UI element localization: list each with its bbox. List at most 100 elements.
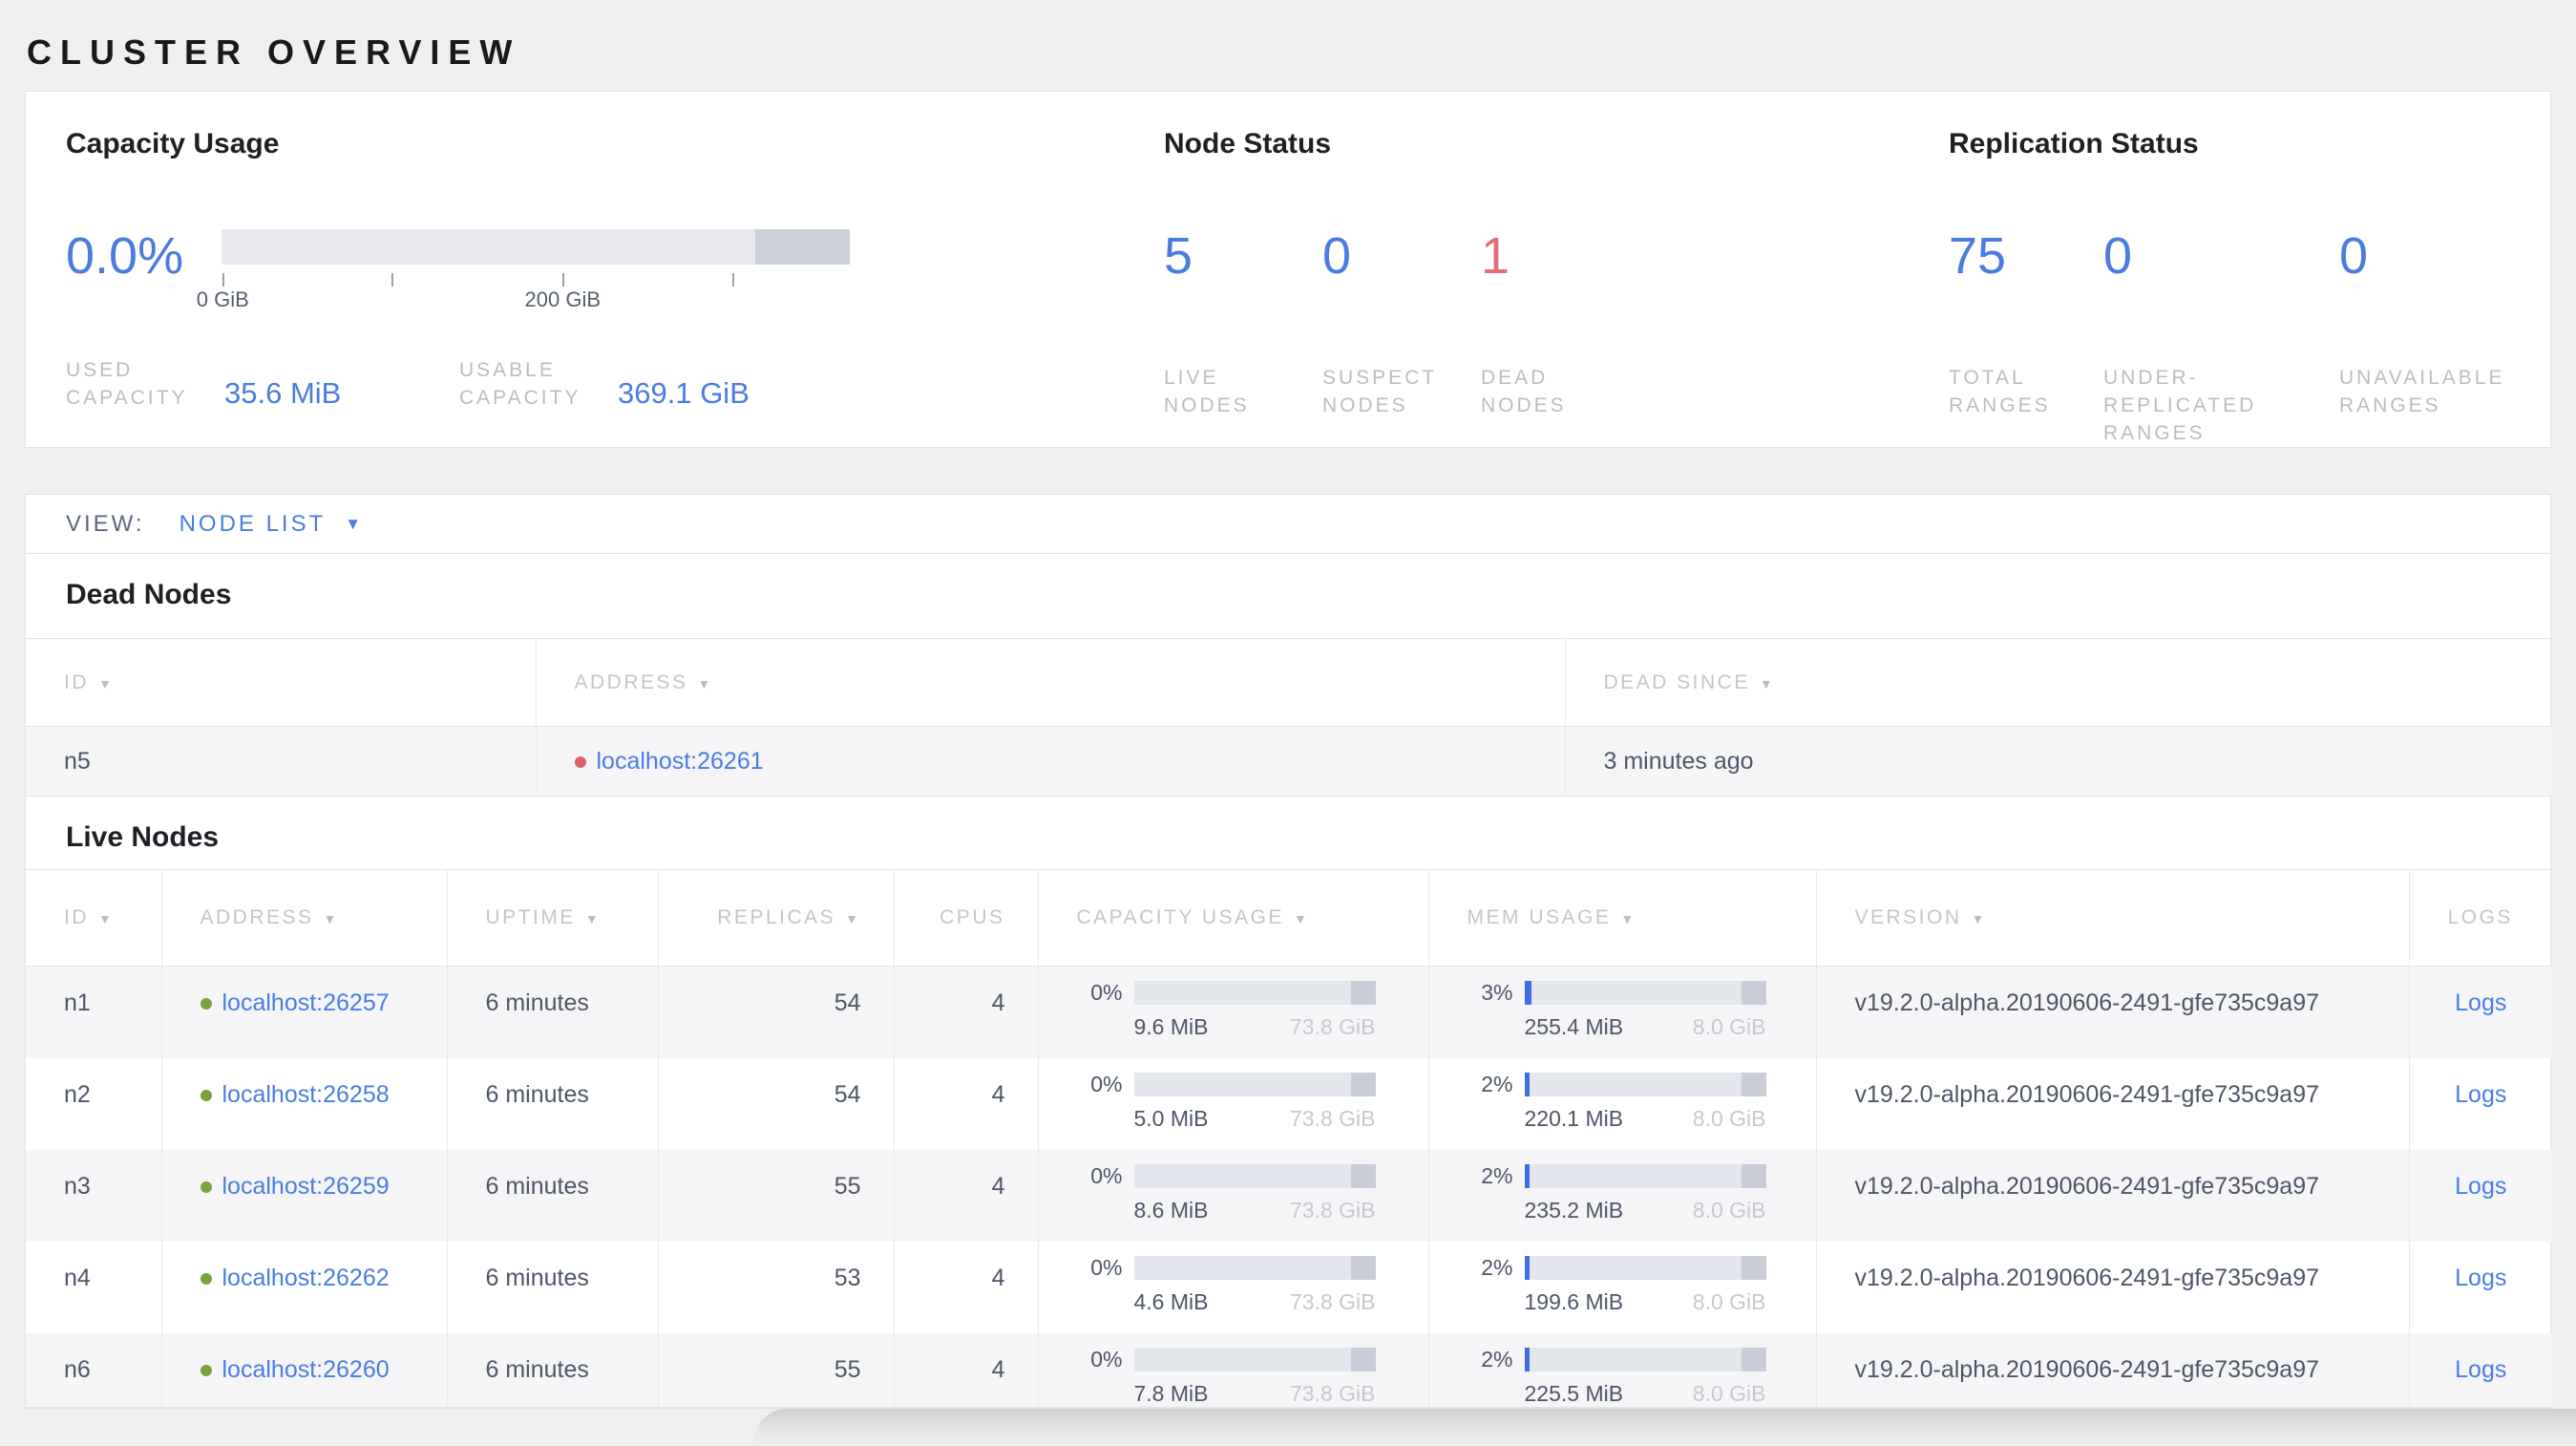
meter-values: 199.6 MiB 8.0 GiB — [1525, 1289, 1766, 1315]
sort-descending-icon[interactable]: ▼ — [1294, 911, 1309, 926]
replicas-cell: 54 — [657, 1057, 894, 1150]
sort-descending-icon[interactable]: ▼ — [845, 911, 860, 926]
meter-dark-segment — [1742, 1072, 1766, 1096]
meter-used-value: 255.4 MiB — [1524, 1014, 1624, 1039]
live-status-icon — [200, 998, 212, 1010]
column-header-dead-since[interactable]: DEAD SINCE ▼ — [1564, 638, 2552, 727]
mem-usage-cell: 2% 235.2 MiB 8.0 GiB — [1427, 1149, 1816, 1242]
logs-link[interactable]: Logs — [2455, 1081, 2506, 1108]
table-row: n1 localhost:26257 6 minutes 54 4 0% 9.6 MiB 73… — [26, 966, 2552, 1058]
node-id-cell: n2 — [64, 1080, 91, 1108]
live-nodes-table: ID ▼ ADDRESS ▼ UPTIME ▼ REPLICAS ▼ CPUS CAPACITY … — [26, 869, 2552, 1408]
summary-stat-value: 1 — [1481, 227, 1510, 285]
meter-values: 220.1 MiB 8.0 GiB — [1525, 1106, 1766, 1132]
mem-meter — [1524, 1163, 1766, 1188]
column-header-address[interactable]: ADDRESS ▼ — [535, 638, 1565, 727]
mem-meter — [1524, 1072, 1766, 1096]
sort-descending-icon[interactable]: ▼ — [585, 911, 601, 926]
chevron-down-icon[interactable]: ▼ — [345, 515, 361, 534]
summary-stat-label: LIVE NODES — [1164, 364, 1322, 419]
cpus-cell: 4 — [893, 1149, 1038, 1242]
mem-usage-cell: 2% 199.6 MiB 8.0 GiB — [1427, 1241, 1816, 1333]
dead-since-cell: 3 minutes ago — [1564, 726, 2552, 797]
stat-label-line: NODES — [1322, 394, 1408, 416]
column-header-id[interactable]: ID ▼ — [26, 639, 536, 727]
capacity-axis-tick — [562, 273, 565, 287]
replicas-cell: 55 — [657, 1149, 894, 1242]
stat-label-line: RANGES — [2339, 394, 2441, 416]
meter-fill — [1524, 981, 1532, 1005]
version-cell: v19.2.0-alpha.20190606-2491-gfe735c9a97 — [1815, 1057, 2409, 1150]
mem-usage-cell: 3% 255.4 MiB 8.0 GiB — [1427, 966, 1816, 1058]
meter-percent-label: 2% — [1481, 1162, 1513, 1188]
logs-link[interactable]: Logs — [2455, 1265, 2506, 1291]
sort-descending-icon[interactable]: ▼ — [98, 911, 114, 926]
meter-used-value: 225.5 MiB — [1524, 1380, 1624, 1406]
capacity-axis-ticks — [222, 265, 850, 287]
column-header-label: ADDRESS — [200, 906, 314, 928]
logs-cell: Logs — [2408, 1149, 2552, 1242]
sort-descending-icon[interactable]: ▼ — [698, 676, 713, 691]
node-address-link[interactable]: localhost:26260 — [222, 1356, 390, 1383]
column-header-address[interactable]: ADDRESS ▼ — [160, 869, 447, 967]
meter-fill — [1524, 1072, 1530, 1096]
column-header-label: LOGS — [2447, 906, 2513, 928]
stat-label-line: NODES — [1164, 394, 1250, 416]
node-address-link[interactable]: localhost:26261 — [597, 748, 764, 775]
dead-nodes-heading: Dead Nodes — [66, 579, 232, 610]
cpus-cell: 4 — [893, 1241, 1038, 1333]
view-dropdown[interactable]: NODE LIST — [179, 511, 327, 538]
meter-total-value: 8.0 GiB — [1692, 1380, 1766, 1406]
column-header-mem-usage[interactable]: MEM USAGE ▼ — [1427, 869, 1816, 967]
summary-stat-value: 75 — [1949, 227, 2007, 285]
node-status-section: Node Status 5 LIVE NODES 0 SUSPECT NODES 1 DEAD… — [1113, 92, 1920, 447]
meter-row: 0% — [1039, 1347, 1428, 1372]
summary-stat-value: 0 — [1322, 227, 1352, 285]
column-header-label: UPTIME — [485, 906, 576, 928]
column-header-capacity-usage[interactable]: CAPACITY USAGE ▼ — [1037, 869, 1428, 967]
stat-label-line: UNDER- — [2103, 367, 2199, 389]
mem-meter — [1524, 1255, 1766, 1280]
meter-values: 7.8 MiB 73.8 GiB — [1134, 1381, 1376, 1407]
table-row: n2 localhost:26258 6 minutes 54 4 0% 5.0 MiB 73… — [26, 1057, 2552, 1150]
meter-dark-segment — [1742, 1163, 1766, 1188]
meter-dark-segment — [1351, 1347, 1376, 1372]
mem-usage-cell: 2% 220.1 MiB 8.0 GiB — [1427, 1057, 1816, 1150]
logs-link[interactable]: Logs — [2455, 1356, 2506, 1383]
logs-link[interactable]: Logs — [2455, 989, 2506, 1016]
column-header-replicas[interactable]: REPLICAS ▼ — [657, 869, 894, 967]
summary-stat-label: TOTAL RANGES — [1949, 364, 2103, 419]
logs-link[interactable]: Logs — [2455, 1173, 2506, 1200]
column-header-label: ADDRESS — [574, 670, 688, 693]
meter-total-value: 73.8 GiB — [1290, 1014, 1376, 1039]
summary-stat: 0 SUSPECT NODES — [1322, 229, 1481, 419]
meter-values: 8.6 MiB 73.8 GiB — [1134, 1198, 1376, 1223]
meter-values: 9.6 MiB 73.8 GiB — [1134, 1014, 1376, 1040]
meter-total-value: 8.0 GiB — [1692, 1105, 1766, 1131]
stat-value: 35.6 MiB — [224, 376, 342, 410]
sort-descending-icon[interactable]: ▼ — [324, 911, 339, 926]
stat-label-line: USABLE — [459, 359, 556, 381]
sort-descending-icon[interactable]: ▼ — [1620, 911, 1636, 926]
meter-used-value: 235.2 MiB — [1524, 1197, 1624, 1223]
node-address-link[interactable]: localhost:26257 — [222, 989, 390, 1016]
summary-stat: 1 DEAD NODES — [1481, 229, 1639, 419]
meter-total-value: 73.8 GiB — [1290, 1197, 1376, 1223]
sort-descending-icon[interactable]: ▼ — [98, 676, 114, 691]
meter-values: 4.6 MiB 73.8 GiB — [1134, 1289, 1376, 1315]
uptime-cell: 6 minutes — [446, 1241, 658, 1333]
column-header-version[interactable]: VERSION ▼ — [1815, 869, 2409, 967]
meter-dark-segment — [1742, 1347, 1766, 1372]
node-address-link[interactable]: localhost:26258 — [222, 1081, 390, 1108]
summary-stat: 0 UNAVAILABLE RANGES — [2339, 229, 2504, 447]
column-header-logs: LOGS — [2408, 869, 2552, 967]
column-header-uptime[interactable]: UPTIME ▼ — [446, 869, 658, 967]
node-address-link[interactable]: localhost:26262 — [222, 1265, 390, 1291]
stat-label-line: RANGES — [2103, 422, 2206, 444]
meter-values: 225.5 MiB 8.0 GiB — [1525, 1381, 1766, 1407]
node-address-link[interactable]: localhost:26259 — [222, 1173, 390, 1200]
sort-descending-icon[interactable]: ▼ — [1760, 676, 1775, 691]
version-cell: v19.2.0-alpha.20190606-2491-gfe735c9a97 — [1815, 966, 2409, 1058]
column-header-id[interactable]: ID ▼ — [26, 870, 161, 967]
sort-descending-icon[interactable]: ▼ — [1972, 911, 1987, 926]
